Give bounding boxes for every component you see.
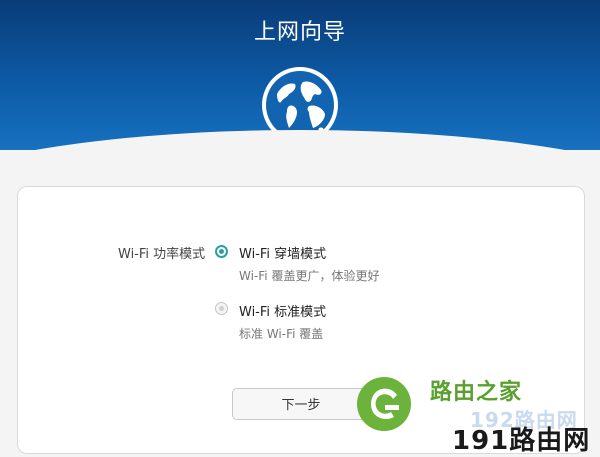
option-standard-mode-desc: 标准 Wi-Fi 覆盖 — [239, 327, 324, 341]
wizard-header: 上网向导 — [0, 0, 600, 150]
watermark-logo-icon — [357, 377, 411, 431]
header-curve — [0, 130, 600, 150]
wifi-power-mode-label: Wi-Fi 功率模式 — [118, 247, 206, 262]
option-wall-mode-desc: Wi-Fi 覆盖更广，体验更好 — [239, 269, 380, 283]
option-wall-mode-title: Wi-Fi 穿墙模式 — [239, 247, 327, 262]
radio-unselected-icon[interactable] — [215, 302, 228, 315]
page-title: 上网向导 — [253, 20, 346, 45]
option-standard-mode-title: Wi-Fi 标准模式 — [239, 305, 327, 320]
radio-selected-icon[interactable] — [215, 245, 228, 258]
watermark-site-text: 191路由网 — [452, 426, 591, 456]
next-step-button[interactable]: 下一步 — [232, 388, 370, 420]
watermark-text: 路由之家 — [430, 380, 523, 405]
